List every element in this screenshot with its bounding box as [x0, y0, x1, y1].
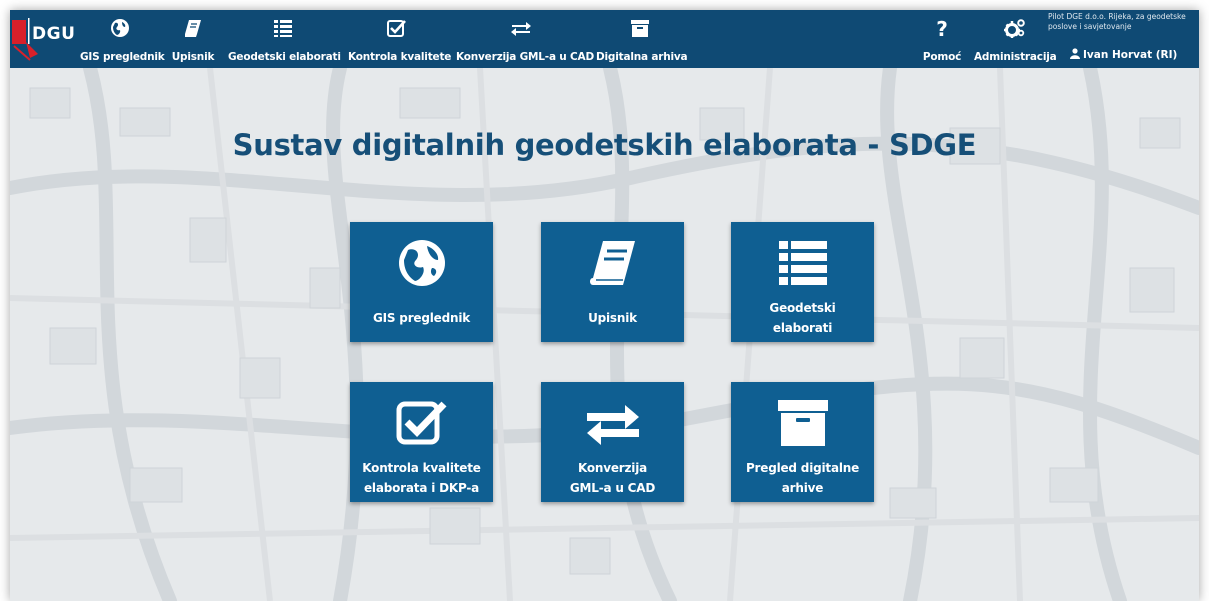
user-icon [1070, 48, 1080, 59]
nav-label: Kontrola kvalitete [348, 51, 452, 63]
tile-pregled-digitalne-arhive[interactable]: Pregled digitalne arhive [731, 382, 874, 502]
gears-icon [1004, 19, 1025, 38]
nav-label: Geodetski elaborati [228, 51, 341, 63]
tile-label: Geodetski elaborati [769, 301, 836, 335]
nav-gis-preglednik[interactable]: GIS preglednik [80, 10, 165, 68]
tile-label: Konverzija GML-a u CAD [569, 461, 656, 495]
tile-label: Upisnik [588, 311, 637, 325]
tile-label: Pregled digitalne arhive [745, 461, 860, 495]
nav-upisnik[interactable]: Upisnik [170, 10, 216, 68]
nav-label: GIS preglednik [80, 51, 165, 63]
tile-upisnik[interactable]: Upisnik [541, 222, 684, 342]
nav-konverzija[interactable]: Konverzija GML-a u CAD [456, 10, 594, 68]
user-menu[interactable]: Ivan Horvat (RI) [1070, 48, 1177, 61]
top-navbar: DGU GIS preglednik Upisnik Geodetski ela… [10, 10, 1199, 68]
nav-label: Konverzija GML-a u CAD [456, 51, 594, 63]
exchange-icon [586, 405, 639, 445]
logo-text: DGU [32, 24, 76, 44]
organization-text: Pilot DGE d.o.o. Rijeka, za geodetske po… [1048, 12, 1186, 31]
nav-digitalna-arhiva[interactable]: Digitalna arhiva [596, 10, 688, 68]
nav-label: Digitalna arhiva [596, 51, 688, 63]
list-icon [274, 20, 292, 37]
app-window: DGU GIS preglednik Upisnik Geodetski ela… [10, 10, 1199, 601]
tile-konverzija[interactable]: Konverzija GML-a u CAD [541, 382, 684, 502]
tile-gis-preglednik[interactable]: GIS preglednik [350, 222, 493, 342]
tile-geodetski-elaborati[interactable]: Geodetski elaborati [731, 222, 874, 342]
nav-pomoc[interactable]: ? Pomoć [920, 10, 964, 68]
nav-label: Administracija [974, 51, 1057, 63]
tile-label: GIS preglednik [372, 311, 471, 325]
exchange-icon [511, 22, 531, 36]
nav-label: Upisnik [171, 51, 215, 63]
book-icon [185, 20, 201, 37]
globe-icon [111, 19, 129, 37]
nav-administracija[interactable]: Administracija [974, 10, 1057, 68]
svg-text:?: ? [936, 18, 948, 38]
nav-kontrola-kvalitete[interactable]: Kontrola kvalitete [348, 10, 452, 68]
dgu-logo[interactable]: DGU [10, 14, 76, 64]
book-icon [589, 241, 635, 285]
user-name: Ivan Horvat (RI) [1083, 49, 1178, 61]
question-icon: ? [936, 18, 948, 38]
nav-label: Pomoć [922, 51, 962, 63]
archive-icon [631, 20, 649, 37]
tile-label: Kontrola kvalitete elaborata i DKP-a [362, 461, 481, 495]
archive-icon [777, 400, 828, 446]
checkbox-icon [396, 401, 447, 445]
list-icon [778, 241, 827, 285]
globe-icon [398, 240, 445, 286]
tile-kontrola-kvalitete[interactable]: Kontrola kvalitete elaborata i DKP-a [350, 382, 493, 502]
nav-geodetski-elaborati[interactable]: Geodetski elaborati [228, 10, 341, 68]
page-title: Sustav digitalnih geodetskih elaborata -… [232, 128, 977, 162]
checkbox-icon [387, 20, 406, 37]
